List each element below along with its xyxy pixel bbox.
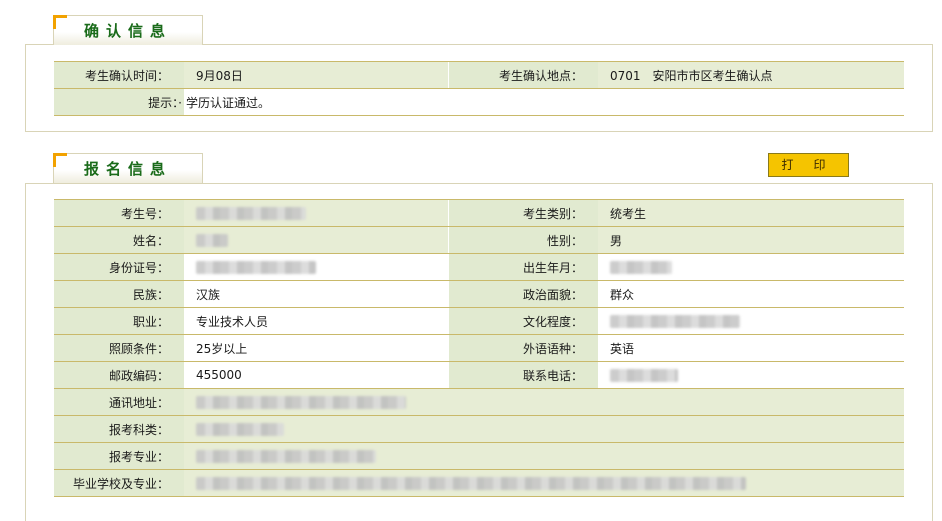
- gender-value: 男: [598, 226, 904, 254]
- confirm-time-label: 考生确认时间：: [54, 61, 184, 89]
- school-label: 毕业学校及专业：: [54, 469, 184, 497]
- exam-no-value: [184, 199, 448, 227]
- birth-value: [598, 253, 904, 281]
- political-label: 政治面貌：: [447, 280, 598, 308]
- education-label: 文化程度：: [447, 307, 598, 335]
- category-value: 统考生: [598, 199, 904, 227]
- phone-label: 联系电话：: [447, 361, 598, 389]
- table-row: 考生号： 考生类别： 统考生: [54, 199, 904, 227]
- postcode-value: 455000: [184, 361, 448, 389]
- table-row: 身份证号： 出生年月：: [54, 253, 904, 281]
- registration-table: 考生号： 考生类别： 统考生 姓名： 性别： 男 身份证号： 出生年月： 民族：…: [54, 199, 904, 497]
- name-value: [184, 226, 448, 254]
- registration-tab: 报名信息: [53, 153, 203, 183]
- table-row: 报考专业：: [54, 442, 904, 470]
- language-value: 英语: [598, 334, 904, 362]
- major-label: 报考专业：: [54, 442, 184, 470]
- exam-no-label: 考生号：: [54, 199, 184, 227]
- job-label: 职业：: [54, 307, 184, 335]
- confirm-tab: 确认信息: [53, 15, 203, 45]
- table-row: 提示：· 学历认证通过。: [54, 88, 904, 116]
- print-button[interactable]: 打印: [768, 153, 849, 177]
- job-value: 专业技术人员: [184, 307, 448, 335]
- confirm-hint-value: 学历认证通过。: [184, 88, 904, 116]
- subject-type-value: [184, 415, 904, 443]
- political-value: 群众: [598, 280, 904, 308]
- table-row: 毕业学校及专业：: [54, 469, 904, 497]
- table-row: 照顾条件： 25岁以上 外语语种： 英语: [54, 334, 904, 362]
- address-value: [184, 388, 904, 416]
- id-no-value: [184, 253, 448, 281]
- table-row: 职业： 专业技术人员 文化程度：: [54, 307, 904, 335]
- table-row: 考生确认时间： 9月08日 考生确认地点： 0701 安阳市市区考生确认点: [54, 61, 904, 89]
- gender-label: 性别：: [447, 226, 598, 254]
- language-label: 外语语种：: [447, 334, 598, 362]
- birth-label: 出生年月：: [447, 253, 598, 281]
- confirm-hint-label: 提示：·: [54, 88, 184, 116]
- education-value: [598, 307, 904, 335]
- table-row: 民族： 汉族 政治面貌： 群众: [54, 280, 904, 308]
- confirm-place-value: 0701 安阳市市区考生确认点: [598, 61, 904, 89]
- table-row: 姓名： 性别： 男: [54, 226, 904, 254]
- category-label: 考生类别：: [447, 199, 598, 227]
- name-label: 姓名：: [54, 226, 184, 254]
- care-value: 25岁以上: [184, 334, 448, 362]
- confirm-time-value: 9月08日: [184, 61, 448, 89]
- school-value: [184, 469, 904, 497]
- id-no-label: 身份证号：: [54, 253, 184, 281]
- phone-value: [598, 361, 904, 389]
- table-row: 通讯地址：: [54, 388, 904, 416]
- postcode-label: 邮政编码：: [54, 361, 184, 389]
- subject-type-label: 报考科类：: [54, 415, 184, 443]
- care-label: 照顾条件：: [54, 334, 184, 362]
- address-label: 通讯地址：: [54, 388, 184, 416]
- table-row: 报考科类：: [54, 415, 904, 443]
- table-row: 邮政编码： 455000 联系电话：: [54, 361, 904, 389]
- ethnic-label: 民族：: [54, 280, 184, 308]
- major-value: [184, 442, 904, 470]
- ethnic-value: 汉族: [184, 280, 448, 308]
- confirm-place-label: 考生确认地点：: [447, 61, 598, 89]
- confirm-table: 考生确认时间： 9月08日 考生确认地点： 0701 安阳市市区考生确认点 提示…: [54, 61, 904, 116]
